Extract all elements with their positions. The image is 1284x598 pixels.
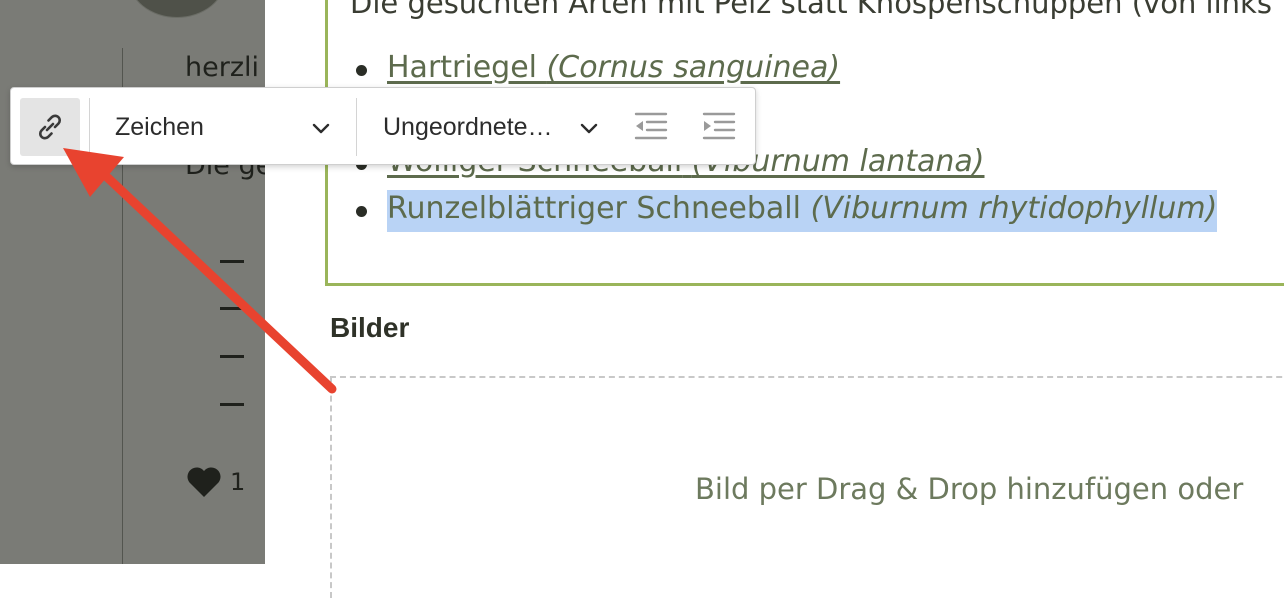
paragraph-style-label: Zeichen bbox=[115, 112, 204, 141]
dash-marker bbox=[220, 355, 244, 358]
toolbar-separator bbox=[89, 98, 90, 156]
species-link[interactable]: Hartriegel (Cornus sanguinea) bbox=[387, 50, 840, 85]
dropzone-text: Bild per Drag & Drop hinzufügen oder bbox=[695, 472, 1244, 506]
paragraph-style-select[interactable]: Zeichen bbox=[115, 98, 331, 156]
chevron-down-icon bbox=[312, 123, 330, 134]
selected-text[interactable]: Runzelblättriger Schneeball (Viburnum rh… bbox=[387, 190, 1218, 232]
list-style-label: Ungeordnete… bbox=[383, 112, 553, 141]
outdent-icon[interactable] bbox=[633, 110, 669, 142]
editor-intro-text: Die gesuchten Arten mit Pelz statt Knosp… bbox=[350, 0, 1272, 20]
comment-text-fragment: herzli bbox=[185, 52, 259, 83]
images-section-title: Bilder bbox=[330, 312, 410, 343]
chevron-down-icon bbox=[580, 123, 598, 134]
toolbar-separator bbox=[356, 98, 357, 156]
dash-marker bbox=[220, 403, 244, 406]
dash-marker bbox=[220, 260, 244, 263]
backdrop-panel: herzli Die ge 1 bbox=[0, 0, 265, 564]
indent-icon[interactable] bbox=[701, 110, 737, 142]
dash-marker bbox=[220, 307, 244, 310]
toolbar-pointer bbox=[370, 164, 394, 181]
avatar bbox=[128, 0, 226, 18]
list-item-selected[interactable]: Runzelblättriger Schneeball (Viburnum rh… bbox=[356, 189, 1218, 236]
heart-icon[interactable] bbox=[186, 466, 222, 498]
formatting-toolbar: Zeichen Ungeordnete… bbox=[10, 87, 756, 165]
like-count: 1 bbox=[230, 468, 246, 496]
link-icon bbox=[39, 114, 61, 140]
link-button[interactable] bbox=[20, 98, 80, 156]
list-style-select[interactable]: Ungeordnete… bbox=[383, 98, 599, 156]
